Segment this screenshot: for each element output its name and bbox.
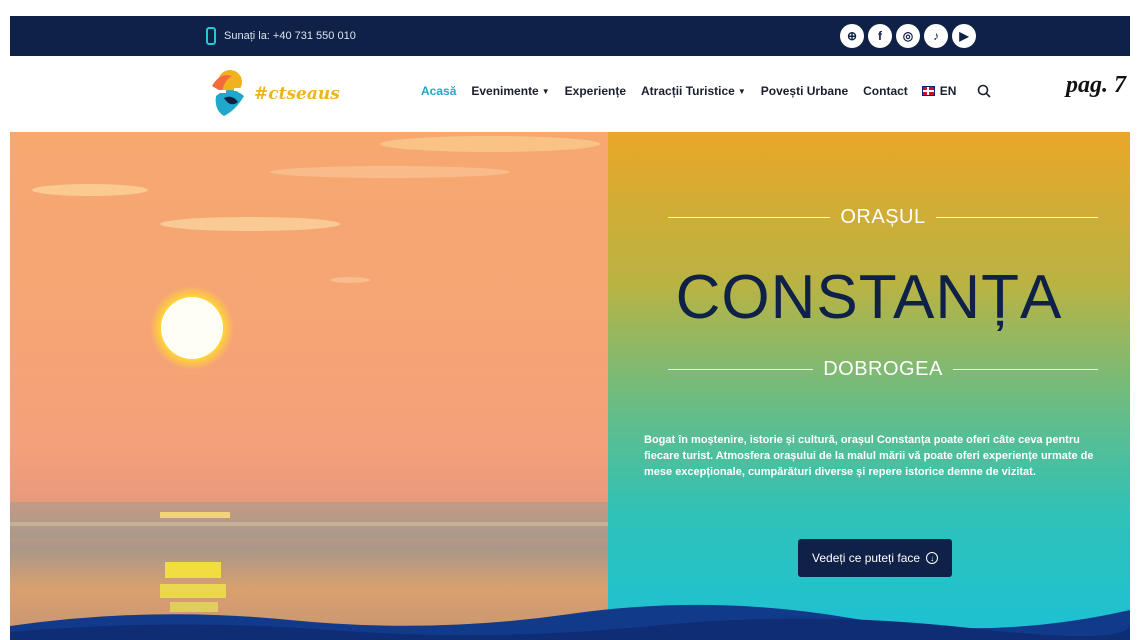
phone-contact[interactable]: Sunați la: +40 731 550 010 bbox=[206, 26, 356, 46]
hero-title: CONSTANȚA bbox=[675, 263, 1063, 332]
hero-panel: ORAȘUL CONSTANȚA DOBROGEA Bogat în moște… bbox=[608, 132, 1130, 640]
tiktok-icon[interactable]: ♪ bbox=[924, 24, 948, 48]
nav-item-label: Atracții Turistice bbox=[641, 84, 735, 98]
nav-item-evenimente[interactable]: Evenimente ▼ bbox=[471, 84, 549, 98]
chevron-down-icon: ▼ bbox=[541, 86, 550, 96]
hero-subtitle-bottom-text: DOBROGEA bbox=[823, 358, 943, 380]
website: Sunați la: +40 731 550 010 ⊕ f ◎ ♪ ▶ #ct… bbox=[10, 16, 1130, 640]
nav-item-label: Acasă bbox=[421, 84, 457, 98]
nav-item-povesti-urbane[interactable]: Povești Urbane bbox=[761, 84, 848, 98]
hero-sunset-photo bbox=[10, 132, 608, 640]
search-icon[interactable] bbox=[977, 84, 992, 98]
logo-mark-icon bbox=[212, 70, 244, 116]
sunset-illustration bbox=[10, 136, 608, 612]
hero-subtitle-top-text: ORAȘUL bbox=[840, 206, 926, 228]
site-logo[interactable]: #ctseaus bbox=[206, 66, 340, 122]
page-number-label: pag. 7 bbox=[1066, 72, 1126, 98]
arrow-down-circle-icon: ↓ bbox=[926, 552, 939, 564]
top-bar: Sunați la: +40 731 550 010 ⊕ f ◎ ♪ ▶ bbox=[10, 16, 1130, 56]
phone-icon bbox=[206, 27, 216, 45]
see-what-to-do-button[interactable]: Vedeți ce puteți face ↓ bbox=[798, 539, 953, 577]
social-links: ⊕ f ◎ ♪ ▶ bbox=[840, 24, 976, 48]
hero-section: ORAȘUL CONSTANȚA DOBROGEA Bogat în moște… bbox=[10, 132, 1130, 640]
nav-item-label: Experiențe bbox=[564, 84, 627, 98]
cta-label: Vedeți ce puteți face bbox=[812, 551, 921, 565]
nav-item-experiente[interactable]: Experiențe bbox=[565, 84, 626, 98]
wave-divider bbox=[10, 604, 1130, 640]
main-header: #ctseaus Acasă Evenimente ▼ Experiențe A… bbox=[10, 56, 1130, 132]
divider-line bbox=[935, 217, 1098, 218]
uk-flag-icon bbox=[921, 86, 935, 96]
nav-item-acasa[interactable]: Acasă bbox=[421, 84, 456, 98]
language-label: EN bbox=[939, 84, 957, 98]
nav-item-atractii-turistice[interactable]: Atracții Turistice ▼ bbox=[641, 84, 746, 98]
hero-subtitle-bottom: DOBROGEA bbox=[668, 358, 1099, 381]
hero-subtitle-top: ORAȘUL bbox=[668, 206, 1098, 229]
divider-line bbox=[952, 369, 1099, 370]
hero-description: Bogat în moștenire, istorie și cultură, … bbox=[644, 434, 1094, 478]
instagram-icon[interactable]: ◎ bbox=[896, 24, 920, 48]
logo-text: #ctseaus bbox=[254, 84, 340, 104]
youtube-icon[interactable]: ▶ bbox=[952, 24, 976, 48]
nav-item-contact[interactable]: Contact bbox=[863, 84, 908, 98]
globe-icon[interactable]: ⊕ bbox=[840, 24, 864, 48]
nav-item-label: Contact bbox=[863, 84, 908, 98]
main-nav: Acasă Evenimente ▼ Experiențe Atracții T… bbox=[421, 84, 992, 98]
divider-line bbox=[668, 217, 831, 218]
chevron-down-icon: ▼ bbox=[737, 86, 746, 96]
language-switcher[interactable]: EN bbox=[921, 84, 957, 98]
divider-line bbox=[668, 369, 814, 370]
nav-item-label: Povești Urbane bbox=[760, 84, 849, 98]
phone-text: Sunați la: +40 731 550 010 bbox=[224, 30, 356, 42]
facebook-icon[interactable]: f bbox=[868, 24, 892, 48]
nav-item-label: Evenimente bbox=[471, 84, 539, 98]
